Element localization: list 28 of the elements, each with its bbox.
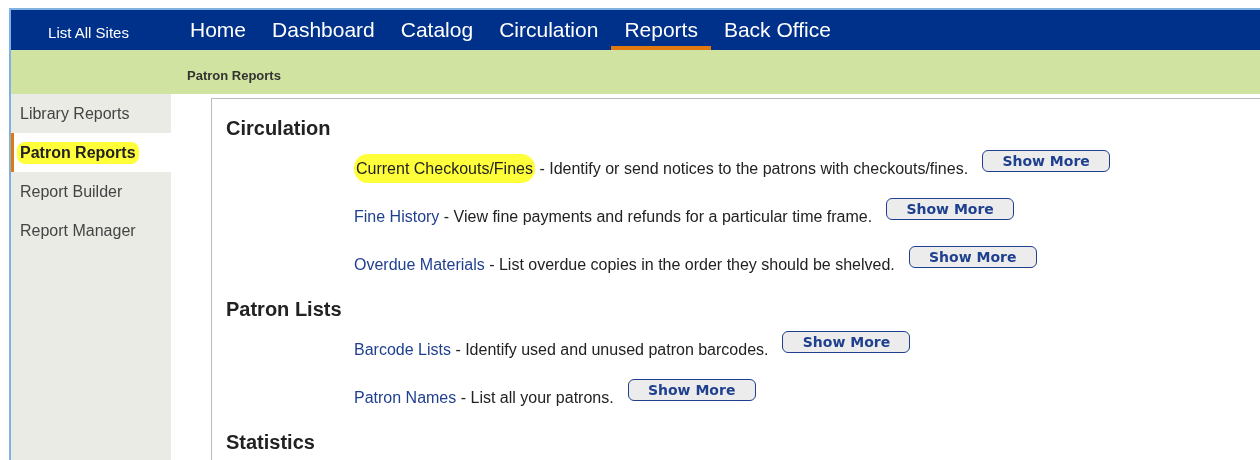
- section-heading: Circulation: [226, 117, 332, 140]
- nav-tab[interactable]: Circulation: [486, 10, 612, 50]
- report-description: Fine History - View fine payments and refunds for a particular time frame.: [354, 207, 873, 226]
- report-link[interactable]: Current Checkouts/Fines: [354, 153, 535, 183]
- report-description: Barcode Lists - Identify used and unused patron barcodes.: [354, 340, 769, 359]
- show-more-button[interactable]: Show More: [627, 378, 756, 401]
- nav-tab[interactable]: Catalog: [387, 10, 487, 50]
- sidebar-item[interactable]: Report Builder: [17, 180, 126, 203]
- show-more-button[interactable]: Show More: [982, 149, 1111, 172]
- nav-tab[interactable]: Home: [177, 10, 260, 50]
- sidebar-item[interactable]: Report Manager: [17, 219, 139, 242]
- report-description: Patron Names - List all your patrons.: [354, 388, 614, 407]
- report-link[interactable]: Barcode Lists: [354, 340, 451, 358]
- nav-tab[interactable]: Back Office: [710, 10, 844, 50]
- report-link[interactable]: Patron Names: [354, 388, 457, 406]
- report-link[interactable]: Overdue Materials: [354, 255, 485, 273]
- section-heading: Patron Lists: [226, 298, 343, 321]
- breadcrumb: Patron Reports: [187, 67, 281, 83]
- report-link[interactable]: Fine History: [354, 207, 440, 225]
- show-more-button[interactable]: Show More: [782, 330, 911, 353]
- show-more-button[interactable]: Show More: [908, 245, 1037, 268]
- sidebar-item[interactable]: Patron Reports: [17, 141, 139, 164]
- nav-tab[interactable]: Dashboard: [259, 10, 388, 50]
- section-heading: Statistics: [226, 431, 316, 454]
- site-switch[interactable]: List All Sites: [11, 10, 166, 50]
- sidebar-item[interactable]: Library Reports: [17, 102, 133, 125]
- show-more-button[interactable]: Show More: [886, 197, 1015, 220]
- report-description: Overdue Materials - List overdue copies in the order they should be shelved.: [354, 255, 895, 274]
